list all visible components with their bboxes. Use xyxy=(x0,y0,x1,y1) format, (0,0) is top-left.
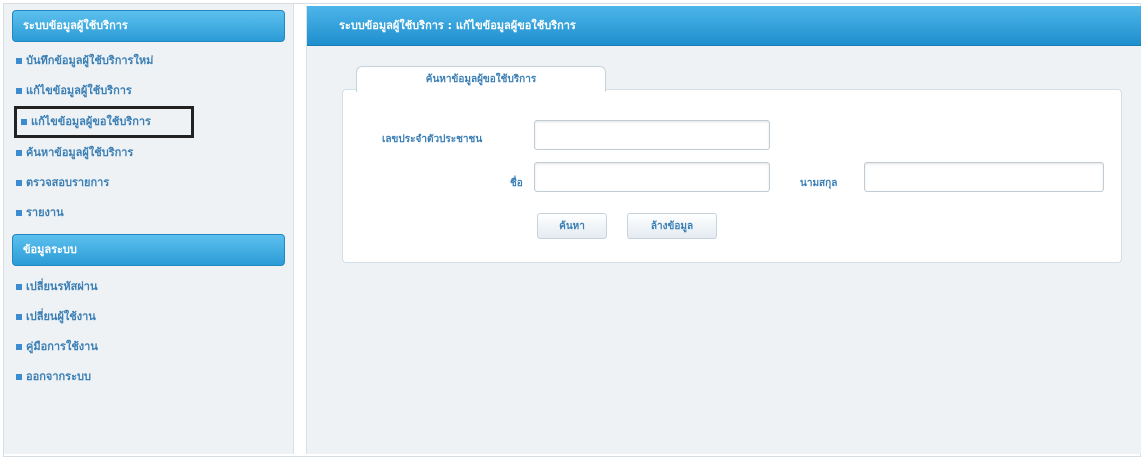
sidebar-panel-header-system: ข้อมูลระบบ xyxy=(12,234,285,266)
sidebar-panel-header-main: ระบบข้อมูลผู้ใช้บริการ xyxy=(12,10,285,42)
name-input[interactable] xyxy=(534,162,770,192)
sidebar-menu-system: เปลี่ยนรหัสผ่าน เปลี่ยนผู้ใช้งาน คู่มือก… xyxy=(4,268,293,392)
clear-button[interactable]: ล้างข้อมูล xyxy=(627,213,717,239)
bullet-icon xyxy=(16,180,22,186)
sidebar-item-change-password[interactable]: เปลี่ยนรหัสผ่าน xyxy=(4,272,293,302)
sidebar-item-label: บันทึกข้อมูลผู้ใช้บริการใหม่ xyxy=(26,54,154,67)
sidebar-item-label: รายงาน xyxy=(26,206,64,219)
bullet-icon xyxy=(16,210,22,216)
sidebar-item-edit-applicant[interactable]: แก้ไขข้อมูลผู้ขอใช้บริการ xyxy=(14,106,194,138)
bullet-icon xyxy=(21,119,27,125)
bullet-icon xyxy=(16,314,22,320)
sidebar-item-search-user[interactable]: ค้นหาข้อมูลผู้ใช้บริการ xyxy=(4,138,293,168)
search-button[interactable]: ค้นหา xyxy=(537,213,607,239)
bullet-icon xyxy=(16,374,22,380)
name-label: ชื่อ xyxy=(510,178,523,189)
bullet-icon xyxy=(16,88,22,94)
sidebar-item-label: ออกจากระบบ xyxy=(26,370,91,383)
bullet-icon xyxy=(16,284,22,290)
sidebar-item-label: เปลี่ยนรหัสผ่าน xyxy=(26,280,98,293)
bullet-icon xyxy=(16,58,22,64)
sidebar-item-logout[interactable]: ออกจากระบบ xyxy=(4,362,293,392)
sidebar-item-change-user[interactable]: เปลี่ยนผู้ใช้งาน xyxy=(4,302,293,332)
sidebar-item-add-user[interactable]: บันทึกข้อมูลผู้ใช้บริการใหม่ xyxy=(4,46,293,76)
sidebar-item-manual[interactable]: คู่มือการใช้งาน xyxy=(4,332,293,362)
bullet-icon xyxy=(16,344,22,350)
sidebar-item-label: เปลี่ยนผู้ใช้งาน xyxy=(26,310,96,323)
id-number-input[interactable] xyxy=(534,120,770,150)
surname-input[interactable] xyxy=(864,162,1104,192)
surname-label: นามสกุล xyxy=(800,178,838,189)
sidebar-item-check-list[interactable]: ตรวจสอบรายการ xyxy=(4,168,293,198)
sidebar-item-label: คู่มือการใช้งาน xyxy=(26,340,98,353)
sidebar-item-label: แก้ไขข้อมูลผู้ขอใช้บริการ xyxy=(31,115,151,128)
sidebar-item-report[interactable]: รายงาน xyxy=(4,198,293,228)
sidebar-item-label: ตรวจสอบรายการ xyxy=(26,176,110,189)
sidebar-item-edit-user[interactable]: แก้ไขข้อมูลผู้ใช้บริการ xyxy=(4,76,293,106)
page-title: ระบบข้อมูลผู้ใช้บริการ : แก้ไขข้อมูลผู้ข… xyxy=(307,6,1141,46)
sidebar: ระบบข้อมูลผู้ใช้บริการ บันทึกข้อมูลผู้ใช… xyxy=(4,4,294,454)
bullet-icon xyxy=(16,150,22,156)
sidebar-menu-main: บันทึกข้อมูลผู้ใช้บริการใหม่ แก้ไขข้อมูล… xyxy=(4,42,293,228)
sidebar-item-label: แก้ไขข้อมูลผู้ใช้บริการ xyxy=(26,84,132,97)
tab-search-applicant[interactable]: ค้นหาข้อมูลผู้ขอใช้บริการ xyxy=(356,66,606,92)
sidebar-item-label: ค้นหาข้อมูลผู้ใช้บริการ xyxy=(26,146,134,159)
id-number-label: เลขประจำตัวประชาชน xyxy=(382,134,483,145)
